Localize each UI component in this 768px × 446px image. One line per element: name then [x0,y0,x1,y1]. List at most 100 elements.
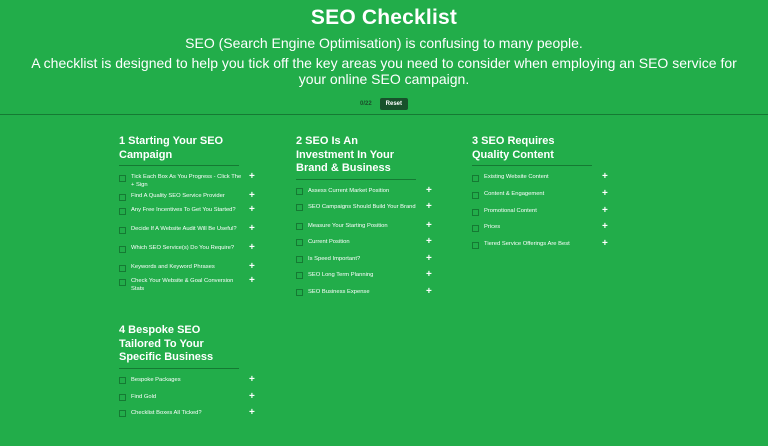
checklist-item[interactable]: Check Your Website & Goal Conversion Sta… [119,276,264,297]
plus-icon[interactable]: + [249,391,255,402]
checkbox[interactable] [119,377,126,384]
checkbox[interactable] [296,256,303,263]
plus-icon[interactable]: + [426,185,432,196]
item-label: Measure Your Starting Position [308,222,388,229]
plus-icon[interactable]: + [602,172,608,182]
item-label: SEO Business Expense [308,288,370,295]
checkbox[interactable] [296,239,303,246]
item-label: SEO Long Term Planning [308,271,374,278]
item-label: Find Gold [131,393,157,400]
plus-icon[interactable]: + [602,239,608,249]
item-label: Any Free Incentives To Get You Started? [131,207,236,213]
section-4: 4 Bespoke SEO Tailored To Your Specific … [119,324,264,426]
checklist-item[interactable]: Keywords and Keyword Phrases + [119,262,264,278]
plus-icon[interactable]: + [249,191,255,201]
checkbox[interactable] [472,224,479,232]
checkbox[interactable] [119,394,126,401]
checkbox[interactable] [296,289,303,296]
plus-icon[interactable]: + [602,189,608,199]
item-label: Existing Website Content [484,174,549,180]
item-label: Decide If A Website Audit Will Be Useful… [131,226,237,232]
plus-icon[interactable]: + [249,262,255,272]
page-description: A checklist is designed to help you tick… [31,55,737,87]
checkbox[interactable] [119,410,126,417]
item-label: Tick Each Box As You Progress - Click Th… [131,174,242,188]
checkbox[interactable] [296,272,303,279]
checklist-item[interactable]: Current Position + [296,236,441,256]
checklist-item[interactable]: Prices + [472,222,617,241]
plus-icon[interactable]: + [249,243,255,253]
plus-icon[interactable]: + [426,269,432,280]
checkbox[interactable] [472,241,479,249]
reset-button[interactable]: Reset [379,98,409,110]
item-label: Assess Current Market Position [308,187,390,194]
plus-icon[interactable]: + [249,407,255,418]
checkbox[interactable] [472,208,479,216]
checklist-item[interactable]: SEO Campaigns Should Build Your Brand + [296,201,441,223]
checkbox[interactable] [119,174,126,182]
checkbox[interactable] [296,223,303,230]
checklist-item[interactable]: Any Free Incentives To Get You Started? + [119,205,264,226]
progress-row: 0/22 Reset [0,98,768,110]
checklist-item[interactable]: Find A Quality SEO Service Provider + [119,191,264,207]
item-label: Is Speed Important? [308,255,361,262]
plus-icon[interactable]: + [602,222,608,232]
checklist-item[interactable]: Existing Website Content + [472,172,617,191]
plus-icon[interactable]: + [249,172,255,182]
section-title: 4 Bespoke SEO Tailored To Your Specific … [119,324,239,369]
checklist-item[interactable]: Checklist Boxes All Ticked? + [119,407,264,426]
plus-icon[interactable]: + [249,224,255,234]
item-label: Current Position [308,238,350,245]
checklist-item[interactable]: Bespoke Packages + [119,374,264,394]
section-title: 3 SEO Requires Quality Content [472,135,592,166]
item-label: Prices [484,224,501,230]
section-title: 2 SEO Is An Investment In Your Brand & B… [296,135,416,180]
item-label: Bespoke Packages [131,376,181,383]
checklist-item[interactable]: Assess Current Market Position + [296,185,441,204]
header-divider [0,114,768,115]
plus-icon[interactable]: + [426,201,432,212]
checkbox[interactable] [119,278,126,286]
section-1: 1 Starting Your SEO Campaign Tick Each B… [119,135,264,297]
plus-icon[interactable]: + [249,205,255,215]
item-label: Tiered Service Offerings Are Best [484,241,570,247]
checklist-item[interactable]: Promotional Content + [472,206,617,224]
item-label: Find A Quality SEO Service Provider [131,193,225,199]
plus-icon[interactable]: + [426,236,432,247]
checklist-item[interactable]: Measure Your Starting Position + [296,220,441,239]
checkbox[interactable] [119,207,126,215]
checkbox[interactable] [119,245,126,253]
plus-icon[interactable]: + [426,253,432,264]
checkbox[interactable] [119,193,126,201]
checkbox[interactable] [296,188,303,195]
plus-icon[interactable]: + [602,206,608,216]
plus-icon[interactable]: + [426,286,432,297]
checkbox[interactable] [119,226,126,234]
checklist-item[interactable]: SEO Business Expense + [296,286,441,305]
checkbox[interactable] [472,174,479,182]
item-label: Checklist Boxes All Ticked? [131,409,202,416]
checklist-item[interactable]: Is Speed Important? + [296,253,441,272]
checklist-item[interactable]: Content & Engagement + [472,189,617,208]
plus-icon[interactable]: + [249,374,255,385]
section-2: 2 SEO Is An Investment In Your Brand & B… [296,135,441,305]
page-subtitle: SEO (Search Engine Optimisation) is conf… [185,35,583,51]
plus-icon[interactable]: + [249,276,255,286]
plus-icon[interactable]: + [426,220,432,231]
checkbox[interactable] [472,191,479,199]
section-title: 1 Starting Your SEO Campaign [119,135,239,166]
checklist-item[interactable]: Tiered Service Offerings Are Best + [472,239,617,257]
item-label: SEO Campaigns Should Build Your Brand [308,203,416,210]
checklist-item[interactable]: Which SEO Service(s) Do You Require? + [119,243,264,264]
item-label: Check Your Website & Goal Conversion Sta… [131,278,234,292]
item-label: Which SEO Service(s) Do You Require? [131,245,235,251]
checklist-item[interactable]: Decide If A Website Audit Will Be Useful… [119,224,264,245]
checkbox[interactable] [119,264,126,272]
checklist-item[interactable]: Tick Each Box As You Progress - Click Th… [119,172,264,193]
checkbox[interactable] [296,204,303,211]
section-3: 3 SEO Requires Quality Content Existing … [472,135,617,257]
checklist-item[interactable]: SEO Long Term Planning + [296,269,441,289]
progress-counter: 0/22 [359,101,372,107]
checklist-item[interactable]: Find Gold + [119,391,264,410]
item-label: Content & Engagement [484,191,545,197]
